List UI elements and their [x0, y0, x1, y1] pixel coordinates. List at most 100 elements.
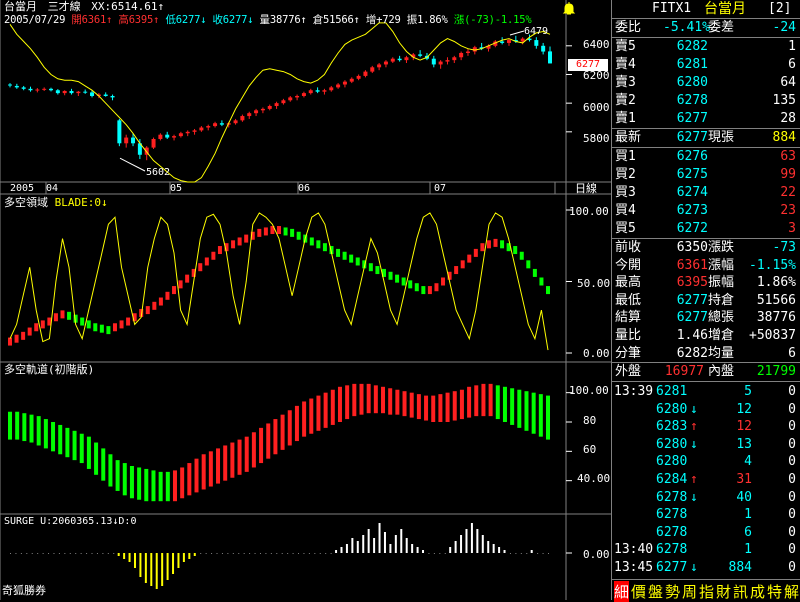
surge-bar — [405, 538, 408, 553]
surge-dot — [211, 553, 213, 554]
blade-dot — [60, 310, 65, 319]
tick-volume: 31 — [736, 472, 752, 487]
tick-oi: 0 — [788, 384, 796, 399]
tick-volume: 884 — [728, 560, 752, 575]
surge-dot — [314, 553, 316, 554]
order-ratio-label: 委比 — [615, 20, 642, 35]
candle-body — [117, 120, 122, 144]
bid-volume: 23 — [780, 203, 796, 218]
candle-body — [172, 136, 177, 138]
page-indicator[interactable]: [2] — [768, 0, 791, 18]
header-oi: 倉51566↑ — [312, 14, 360, 26]
candle-body — [83, 91, 88, 93]
blade-dot — [277, 226, 281, 235]
track-bar — [359, 383, 364, 415]
tab-價[interactable]: 價 — [631, 581, 646, 602]
header-volume: 量38776↑ — [259, 14, 307, 26]
tab-特[interactable]: 特 — [767, 581, 782, 602]
track-bar — [538, 394, 543, 437]
outer-value: 16977 — [664, 364, 704, 379]
surge-bar — [481, 535, 484, 553]
stat-label: 漲跌 — [708, 240, 735, 255]
stat-row: 結算 6277 總張 38776 — [612, 309, 800, 327]
track-bar — [524, 391, 529, 431]
stat-label: 持倉 — [708, 292, 735, 308]
track-bar — [294, 405, 299, 442]
month-label-06: 06 — [298, 183, 311, 194]
track-bar — [474, 385, 479, 417]
blade-dot — [460, 260, 465, 269]
surge-bar — [188, 553, 191, 559]
blade-dot — [86, 320, 91, 329]
track-bar — [488, 383, 493, 417]
ask-row: 賣3 6280 64 — [612, 74, 800, 92]
candle-body — [90, 92, 95, 96]
track-bar — [316, 395, 321, 431]
surge-dot — [221, 553, 223, 554]
xx-value: XX:6514.61↑ — [91, 0, 165, 13]
blade-dot — [467, 254, 472, 263]
bell-icon[interactable] — [562, 0, 576, 15]
tab-指[interactable]: 指 — [699, 581, 714, 602]
surge-dot — [15, 553, 17, 554]
tick-oi: 0 — [788, 489, 796, 505]
tab-成[interactable]: 成 — [750, 581, 765, 602]
tab-盤[interactable]: 盤 — [648, 581, 663, 602]
surge-dot — [96, 553, 98, 554]
outer-label: 外盤 — [615, 364, 642, 379]
blade-dot — [165, 291, 170, 300]
blade-dot — [349, 254, 354, 263]
surge-dot — [75, 553, 77, 554]
surge-bar — [503, 550, 506, 553]
blade-dot — [368, 263, 373, 272]
stat-label: 分筆 — [615, 345, 642, 361]
surge-bar — [454, 541, 457, 553]
blade-dot — [145, 306, 150, 315]
stat-value: 6350 — [676, 240, 708, 255]
track-bar — [15, 411, 20, 440]
blade-dot — [185, 274, 190, 283]
candle-body — [548, 51, 552, 64]
track-bar — [352, 383, 357, 417]
ask-label: 賣2 — [615, 93, 636, 108]
period-label[interactable]: 日線 — [575, 183, 597, 195]
tab-周[interactable]: 周 — [682, 581, 697, 602]
track-bar — [194, 458, 199, 493]
tab-細[interactable]: 細 — [614, 581, 630, 602]
surge-dot — [303, 553, 305, 554]
tab-訊[interactable]: 訊 — [733, 581, 748, 602]
surge-dot — [249, 553, 251, 554]
track-bar — [187, 463, 192, 496]
track-bar — [409, 392, 414, 418]
track-bar — [502, 386, 507, 422]
track-bar — [8, 411, 12, 440]
blade-dot — [513, 246, 518, 255]
tick-price: 6278 — [656, 489, 688, 505]
blade-dot — [480, 243, 485, 252]
track-bar — [452, 391, 457, 421]
blade-title: 多空領域 — [4, 196, 48, 209]
surge-dot — [216, 553, 218, 554]
surge-bar — [133, 553, 136, 568]
track-bar — [373, 385, 378, 414]
surge-bar — [362, 535, 365, 553]
bid-price: 6275 — [676, 167, 708, 182]
surge-dot — [537, 553, 539, 554]
blade-dot — [263, 227, 268, 236]
surge-dot — [298, 553, 300, 554]
surge-dot — [91, 553, 93, 554]
tab-解[interactable]: 解 — [784, 581, 799, 602]
tick-arrow: ↓ — [690, 489, 698, 505]
candle-body — [151, 138, 156, 148]
surge-dot — [37, 553, 39, 554]
chart-canvas[interactable] — [0, 0, 611, 600]
bid-label: 買5 — [615, 221, 636, 236]
tab-財[interactable]: 財 — [716, 581, 731, 602]
bid-label: 買2 — [615, 167, 636, 182]
blade-dot — [408, 280, 413, 289]
tick-row: 6278 ↓ 40 0 — [612, 489, 800, 507]
tab-勢[interactable]: 勢 — [665, 581, 680, 602]
track-bar — [424, 395, 429, 421]
bid-volume: 99 — [780, 167, 796, 182]
tick-price: 6280 — [656, 401, 688, 417]
